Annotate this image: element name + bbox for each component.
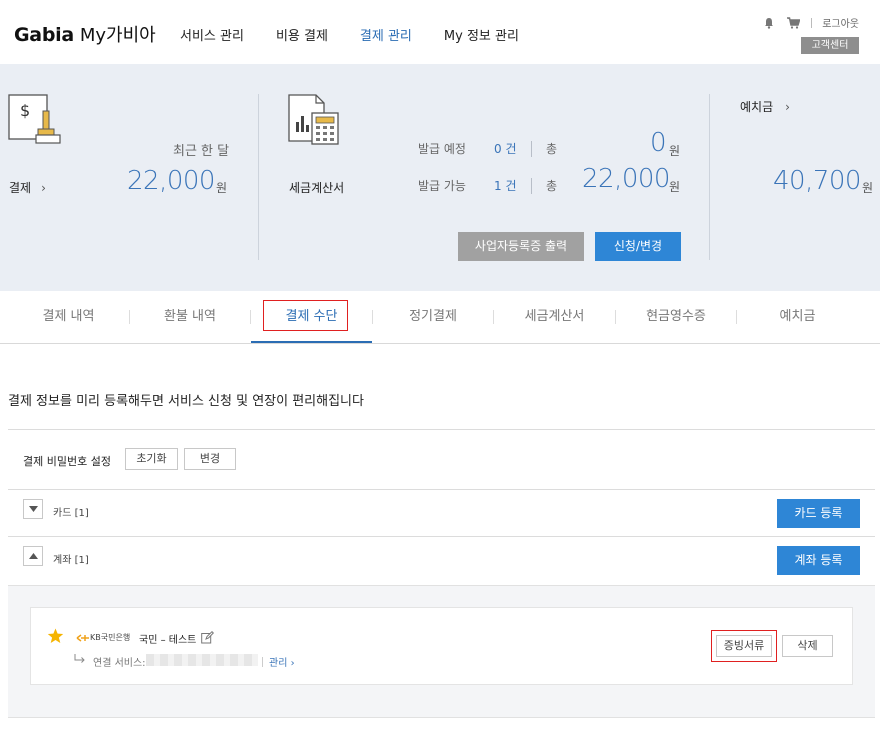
bank-logo: KB국민은행 bbox=[76, 632, 130, 643]
manage-link[interactable]: 관리 › bbox=[262, 654, 295, 669]
divider bbox=[262, 657, 263, 667]
payment-tabs: 결제 내역 환불 내역 결제 수단 정기결제 세금계산서 현금영수증 예치금 bbox=[0, 291, 880, 344]
top-header: Gabia My가비아 서비스 관리 비용 결제 결제 관리 My 정보 관리 로… bbox=[0, 0, 880, 64]
tab-cash-receipt[interactable]: 현금영수증 bbox=[616, 291, 736, 343]
star-icon[interactable] bbox=[47, 628, 64, 644]
bank-name: KB국민은행 bbox=[90, 633, 131, 642]
main-nav: 서비스 관리 비용 결제 결제 관리 My 정보 관리 bbox=[180, 25, 551, 44]
won-unit: 원 bbox=[669, 144, 681, 158]
bell-icon[interactable] bbox=[763, 17, 775, 29]
section-divider bbox=[8, 489, 875, 490]
nav-payment-management[interactable]: 결제 관리 bbox=[360, 25, 412, 44]
return-arrow-icon bbox=[74, 654, 85, 663]
nav-cost-payment[interactable]: 비용 결제 bbox=[276, 25, 328, 44]
manage-label: 관리 › bbox=[269, 658, 295, 669]
card-row-label: 카드 [1] bbox=[53, 508, 89, 519]
recent-amount: 22,000 bbox=[127, 166, 215, 196]
svg-text:$: $ bbox=[20, 101, 30, 120]
payment-password-label: 결제 비밀번호 설정 bbox=[23, 455, 111, 468]
edit-icon[interactable] bbox=[201, 631, 214, 644]
payment-link[interactable]: 결제 › bbox=[9, 179, 46, 196]
customer-center-button[interactable]: 고객센터 bbox=[801, 37, 859, 54]
highlight-box bbox=[263, 300, 348, 331]
account-name: 국민 – 테스트 bbox=[139, 635, 197, 646]
section-divider bbox=[8, 429, 875, 430]
account-expand-toggle[interactable] bbox=[23, 546, 43, 566]
apply-change-button[interactable]: 신청/변경 bbox=[595, 232, 681, 261]
payment-stamp-icon: $ bbox=[8, 94, 61, 144]
cart-icon[interactable] bbox=[787, 16, 801, 29]
kb-bank-logo-icon bbox=[76, 633, 89, 642]
logo-sub: My가비아 bbox=[79, 25, 156, 46]
summary-band: $ 결제 › 최근 한 달 22,000 원 세금계산서 발급 예정 0 건 총 … bbox=[0, 64, 880, 291]
tax-invoice-label: 세금계산서 bbox=[289, 181, 345, 195]
total-label: 총 bbox=[546, 142, 558, 156]
triangle-up-icon bbox=[29, 553, 38, 559]
deposit-label: 예치금 bbox=[740, 100, 774, 114]
tax-invoice-calculator-icon bbox=[288, 94, 339, 145]
divider bbox=[709, 94, 710, 260]
payment-label: 결제 bbox=[9, 181, 32, 195]
issue-scheduled-label: 발급 예정 bbox=[418, 142, 466, 156]
tab-payment-history[interactable]: 결제 내역 bbox=[8, 291, 129, 343]
intro-text: 결제 정보를 미리 등록해두면 서비스 신청 및 연장이 편리해집니다 bbox=[8, 394, 364, 409]
masked-service-name bbox=[146, 654, 258, 666]
scheduled-total-amount: 0 bbox=[650, 128, 667, 158]
won-unit: 원 bbox=[216, 181, 228, 195]
tab-tax-invoice[interactable]: 세금계산서 bbox=[494, 291, 615, 343]
total-label: 총 bbox=[546, 179, 558, 193]
linked-service-label: 연결 서비스: bbox=[93, 658, 146, 669]
nav-my-info[interactable]: My 정보 관리 bbox=[444, 25, 519, 44]
account-register-button[interactable]: 계좌 등록 bbox=[777, 546, 860, 575]
highlight-box bbox=[711, 630, 777, 662]
won-unit: 원 bbox=[862, 181, 874, 195]
util-divider bbox=[811, 17, 813, 28]
section-divider bbox=[8, 536, 875, 537]
tab-deposit[interactable]: 예치금 bbox=[737, 291, 858, 343]
chevron-right-icon: › bbox=[41, 181, 46, 195]
utility-bar: 로그아웃 bbox=[763, 15, 859, 30]
card-register-button[interactable]: 카드 등록 bbox=[777, 499, 860, 528]
account-row-label: 계좌 [1] bbox=[53, 555, 89, 566]
deposit-amount: 40,700 bbox=[773, 166, 861, 196]
logout-link[interactable]: 로그아웃 bbox=[822, 15, 859, 30]
tab-refund-history[interactable]: 환불 내역 bbox=[130, 291, 250, 343]
triangle-down-icon bbox=[29, 506, 38, 512]
logo-brand: Gabia bbox=[14, 24, 74, 46]
chevron-right-icon: › bbox=[785, 100, 790, 114]
reset-button[interactable]: 초기화 bbox=[125, 448, 178, 470]
issue-scheduled-count: 0 건 bbox=[494, 142, 517, 156]
delete-button[interactable]: 삭제 bbox=[782, 635, 833, 657]
logo[interactable]: Gabia My가비아 bbox=[14, 21, 156, 47]
divider bbox=[531, 141, 532, 157]
deposit-link[interactable]: 예치금 › bbox=[740, 98, 790, 115]
issue-available-count: 1 건 bbox=[494, 179, 517, 193]
issue-available-label: 발급 가능 bbox=[418, 179, 466, 193]
nav-service-management[interactable]: 서비스 관리 bbox=[180, 25, 244, 44]
print-business-cert-button[interactable]: 사업자등록증 출력 bbox=[458, 232, 584, 261]
recent-month-label: 최근 한 달 bbox=[173, 144, 230, 159]
divider bbox=[258, 94, 259, 260]
change-button[interactable]: 변경 bbox=[184, 448, 236, 470]
tab-recurring-payment[interactable]: 정기결제 bbox=[373, 291, 493, 343]
card-expand-toggle[interactable] bbox=[23, 499, 43, 519]
divider bbox=[531, 178, 532, 194]
won-unit: 원 bbox=[669, 180, 681, 194]
available-total-amount: 22,000 bbox=[582, 164, 670, 194]
